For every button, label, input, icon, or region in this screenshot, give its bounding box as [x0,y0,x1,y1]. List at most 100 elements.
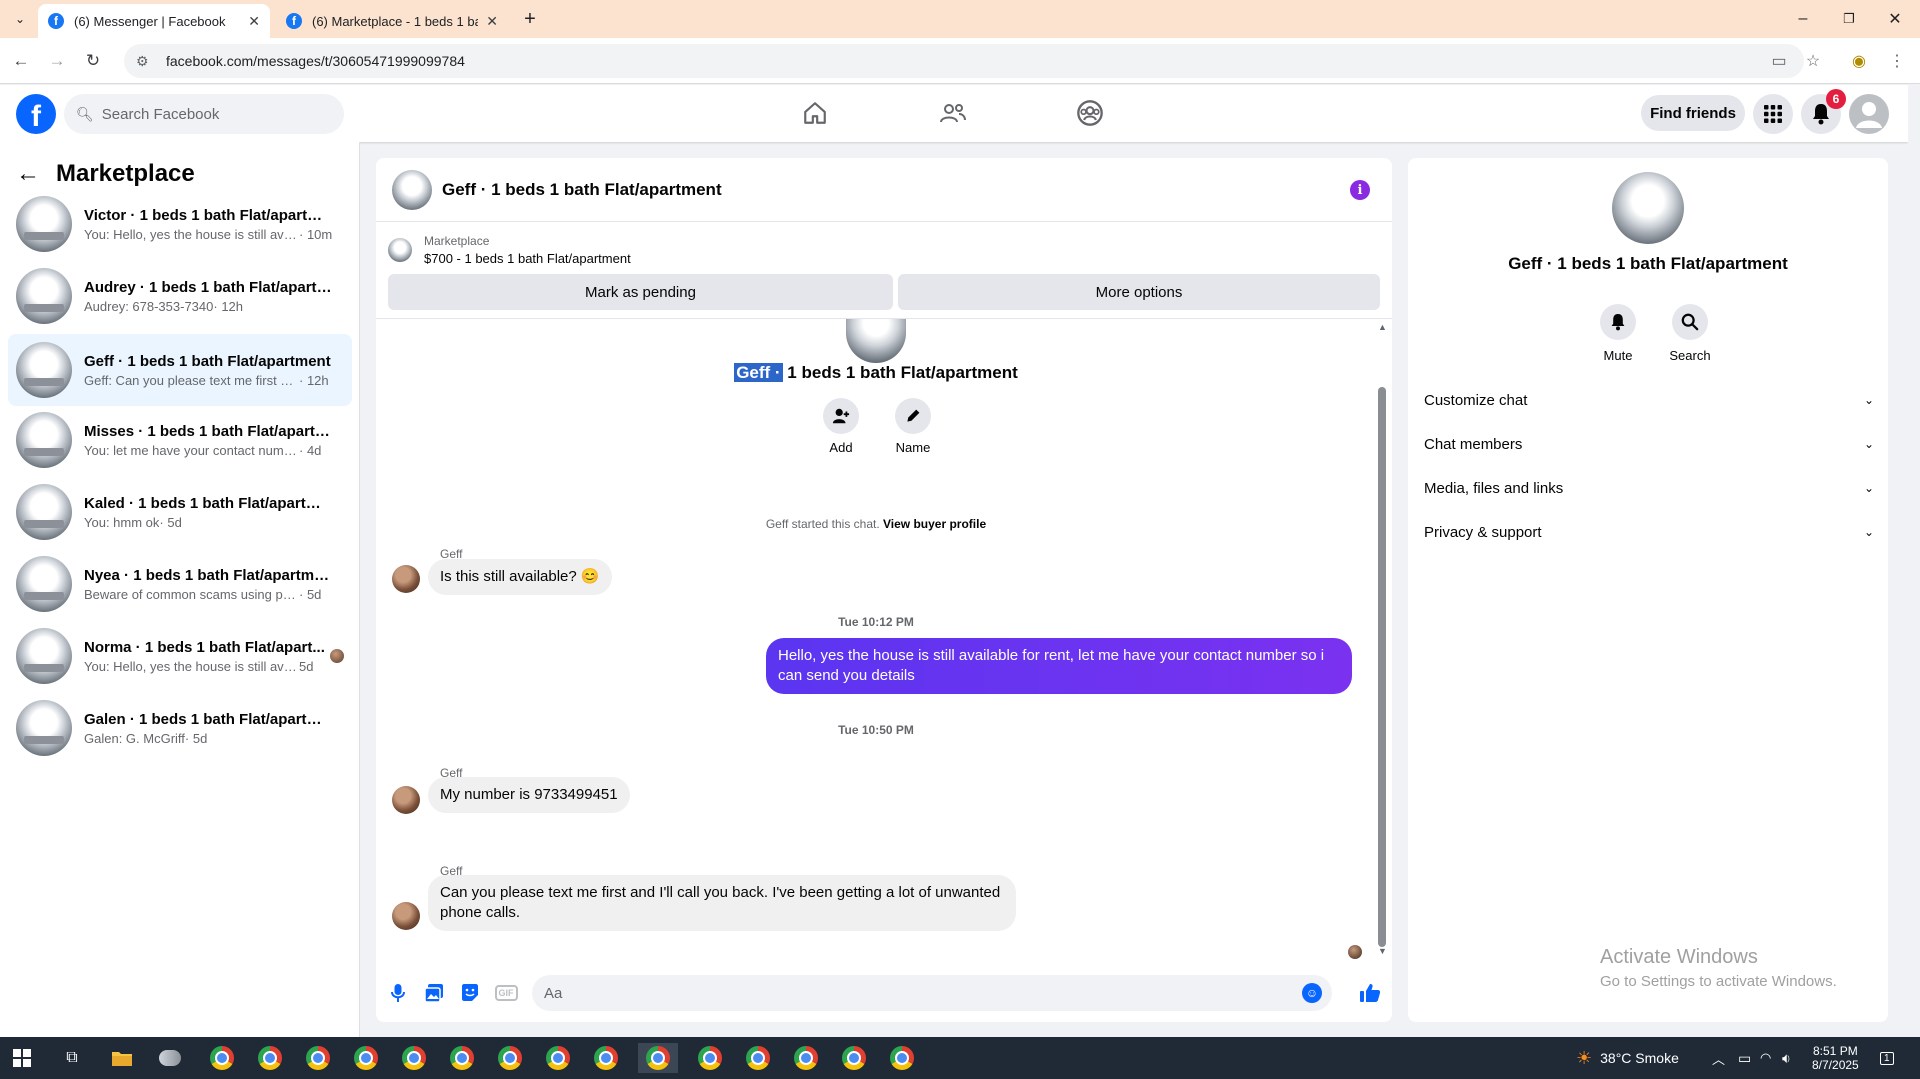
conversation-item[interactable]: Misses · 1 beds 1 bath Flat/apartm... Yo… [8,408,352,472]
conversation-item-selected[interactable]: Geff · 1 beds 1 bath Flat/apartment Geff… [8,334,352,406]
conversation-item[interactable]: Nyea · 1 beds 1 bath Flat/apartment Bewa… [8,552,352,616]
incoming-message[interactable]: Is this still available? 😊 [428,559,612,595]
chat-members-section[interactable]: Chat members ⌄ [1424,426,1874,462]
network-icon[interactable]: ▭ [1738,1037,1751,1079]
search-icon[interactable] [1672,304,1708,340]
windows-start-icon[interactable] [2,1043,42,1073]
add-people-action[interactable]: Add [806,398,876,455]
profile-icon[interactable]: ◉ [1846,48,1872,74]
chat-thumbnail[interactable] [392,169,432,210]
photo-icon[interactable] [422,981,446,1005]
scroll-up-arrow-icon[interactable]: ▲ [1378,322,1387,332]
tab-search-icon[interactable]: ⌄ [4,0,36,38]
minimize-button[interactable]: – [1780,0,1826,38]
incoming-message[interactable]: My number is 9733499451 [428,777,630,813]
clock[interactable]: 8:51 PM 8/7/2025 [1812,1037,1859,1079]
chrome-taskbar-icon[interactable] [786,1043,826,1073]
task-view-icon[interactable]: ⧉ [52,1043,92,1073]
conversation-info-icon[interactable]: i [1350,180,1370,200]
privacy-support-section[interactable]: Privacy & support ⌄ [1424,514,1874,550]
add-person-icon[interactable] [823,398,859,434]
conversation-item[interactable]: Victor · 1 beds 1 bath Flat/apartment Yo… [8,192,352,256]
chrome-taskbar-icon[interactable] [834,1043,874,1073]
menu-grid-icon[interactable] [1753,94,1793,134]
message-thread[interactable]: Geff · 1 beds 1 bath Flat/apartment Add … [376,319,1376,957]
chrome-taskbar-icon[interactable] [538,1043,578,1073]
sender-avatar[interactable] [392,786,420,814]
outgoing-message[interactable]: Hello, yes the house is still available … [766,638,1352,694]
chrome-taskbar-icon[interactable] [250,1043,290,1073]
chrome-menu-icon[interactable]: ⋮ [1884,48,1910,74]
incoming-message[interactable]: Can you please text me first and I'll ca… [428,875,1016,931]
scroll-thumb[interactable] [1378,387,1386,947]
wifi-icon[interactable]: ◠ [1760,1037,1771,1079]
groups-icon[interactable] [1070,95,1110,131]
conversation-item[interactable]: Kaled · 1 beds 1 bath Flat/apartment You… [8,480,352,544]
gif-icon[interactable]: GIF [494,981,518,1005]
close-window-button[interactable]: ✕ [1872,0,1918,38]
mute-action[interactable]: Mute [1588,304,1648,363]
sticker-icon[interactable] [458,981,482,1005]
file-explorer-icon[interactable] [102,1043,142,1073]
weather-widget[interactable]: ☀ 38°C Smoke [1576,1037,1679,1079]
forward-icon[interactable]: → [44,48,70,74]
pencil-icon[interactable] [895,398,931,434]
conversation-item[interactable]: Norma · 1 beds 1 bath Flat/apart... You:… [8,624,352,688]
url-input[interactable]: ⚙ facebook.com/messages/t/30605471999099… [124,44,1804,78]
more-options-button[interactable]: More options [898,274,1380,310]
chrome-taskbar-icon[interactable] [690,1043,730,1073]
emoji-icon[interactable]: ☺ [1302,983,1322,1003]
chrome-taskbar-icon[interactable] [490,1043,530,1073]
message-input[interactable]: Aa ☺ [532,975,1332,1011]
search-facebook-input[interactable]: 🔍︎ Search Facebook [64,94,344,134]
volume-icon[interactable]: 🔉︎ [1782,1037,1791,1079]
close-tab-icon[interactable]: ✕ [248,13,260,30]
conversation-item[interactable]: Galen · 1 beds 1 bath Flat/apartment Gal… [8,696,352,760]
search-action[interactable]: Search [1660,304,1720,363]
reload-icon[interactable]: ↻ [80,48,106,74]
chrome-taskbar-icon[interactable] [346,1043,386,1073]
close-tab-icon[interactable]: ✕ [486,13,498,30]
action-center-icon[interactable]: 1 [1880,1037,1894,1079]
bookmark-star-icon[interactable]: ☆ [1800,48,1826,74]
thread-scrollbar[interactable]: ▲ ▼ [1378,322,1387,957]
app-icon[interactable] [150,1043,190,1073]
media-files-links-section[interactable]: Media, files and links ⌄ [1424,470,1874,506]
tab-messenger[interactable]: f (6) Messenger | Facebook ✕ [38,4,270,38]
microphone-icon[interactable] [386,981,410,1005]
chrome-taskbar-icon[interactable] [394,1043,434,1073]
chrome-taskbar-icon[interactable] [442,1043,482,1073]
new-tab-button[interactable]: + [512,0,548,38]
customize-chat-section[interactable]: Customize chat ⌄ [1424,382,1874,418]
bell-icon[interactable] [1600,304,1636,340]
find-friends-button[interactable]: Find friends [1641,95,1745,131]
thumbs-up-icon[interactable] [1358,981,1382,1005]
chevron-up-icon[interactable]: ︿ [1712,1037,1725,1079]
back-icon[interactable]: ← [8,48,34,74]
chrome-taskbar-icon[interactable] [882,1043,922,1073]
page-scrollbar[interactable] [1908,85,1920,1037]
chrome-taskbar-icon[interactable] [202,1043,242,1073]
conversation-item[interactable]: Audrey · 1 beds 1 bath Flat/apartm... Au… [8,264,352,328]
tab-marketplace[interactable]: f (6) Marketplace - 1 beds 1 bath ✕ [276,4,508,38]
mark-as-pending-button[interactable]: Mark as pending [388,274,893,310]
site-info-icon[interactable]: ⚙ [136,53,154,70]
sender-avatar[interactable] [392,565,420,593]
facebook-logo-icon[interactable]: f [16,94,56,134]
sender-avatar[interactable] [392,902,420,930]
scroll-down-arrow-icon[interactable]: ▼ [1378,946,1387,956]
chrome-taskbar-icon[interactable] [738,1043,778,1073]
listing-summary[interactable]: Marketplace $700 - 1 beds 1 bath Flat/ap… [388,230,631,270]
chrome-taskbar-icon[interactable] [298,1043,338,1073]
home-icon[interactable] [795,95,835,131]
chrome-taskbar-icon-active[interactable] [638,1043,678,1073]
view-buyer-profile-link[interactable]: View buyer profile [883,517,986,531]
account-avatar[interactable] [1849,94,1889,134]
chrome-taskbar-icon[interactable] [586,1043,626,1073]
restore-button[interactable]: ❐ [1826,0,1872,38]
edit-name-action[interactable]: Name [878,398,948,455]
friends-icon[interactable] [933,95,973,131]
back-arrow-icon[interactable]: ← [16,160,40,188]
chat-title[interactable]: Geff · 1 beds 1 bath Flat/apartment [442,180,722,200]
install-app-icon[interactable]: ▭ [1766,48,1792,74]
